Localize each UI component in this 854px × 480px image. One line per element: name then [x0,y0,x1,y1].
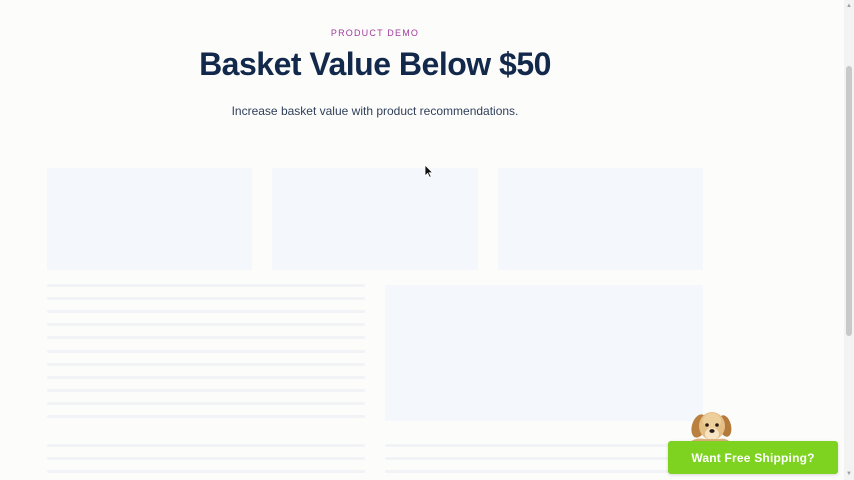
pointer-cursor-icon [424,164,434,178]
scrollbar-thumb[interactable] [846,66,852,336]
placeholder-line [385,457,675,460]
placeholder-line [385,444,675,447]
placeholder-line [47,415,365,418]
chevron-down-icon[interactable]: ▼ [844,468,854,480]
placeholder-line [47,376,365,379]
placeholder-line [47,350,365,353]
page-title: Basket Value Below $50 [199,46,551,82]
free-shipping-button[interactable]: Want Free Shipping? [668,441,838,474]
placeholder-panel [385,285,703,421]
page: PRODUCT DEMO Basket Value Below $50 Incr… [0,0,854,480]
placeholder-line [47,444,365,447]
placeholder-card-3 [498,168,703,270]
placeholder-line [47,297,365,300]
eyebrow-label: PRODUCT DEMO [330,28,420,38]
placeholder-line [47,310,365,313]
placeholder-line [47,284,365,287]
chevron-up-icon[interactable]: ▲ [844,0,854,12]
placeholder-line [47,389,365,392]
placeholder-line [47,323,365,326]
page-subtitle: Increase basket value with product recom… [231,104,519,118]
placeholder-line [47,457,365,460]
vertical-scrollbar[interactable]: ▲ ▼ [844,0,854,480]
placeholder-line [47,402,365,405]
placeholder-line [47,470,365,473]
placeholder-line [47,363,365,366]
placeholder-card-2 [272,168,478,270]
placeholder-card-1 [47,168,252,270]
placeholder-line [385,470,675,473]
placeholder-line [47,336,365,339]
